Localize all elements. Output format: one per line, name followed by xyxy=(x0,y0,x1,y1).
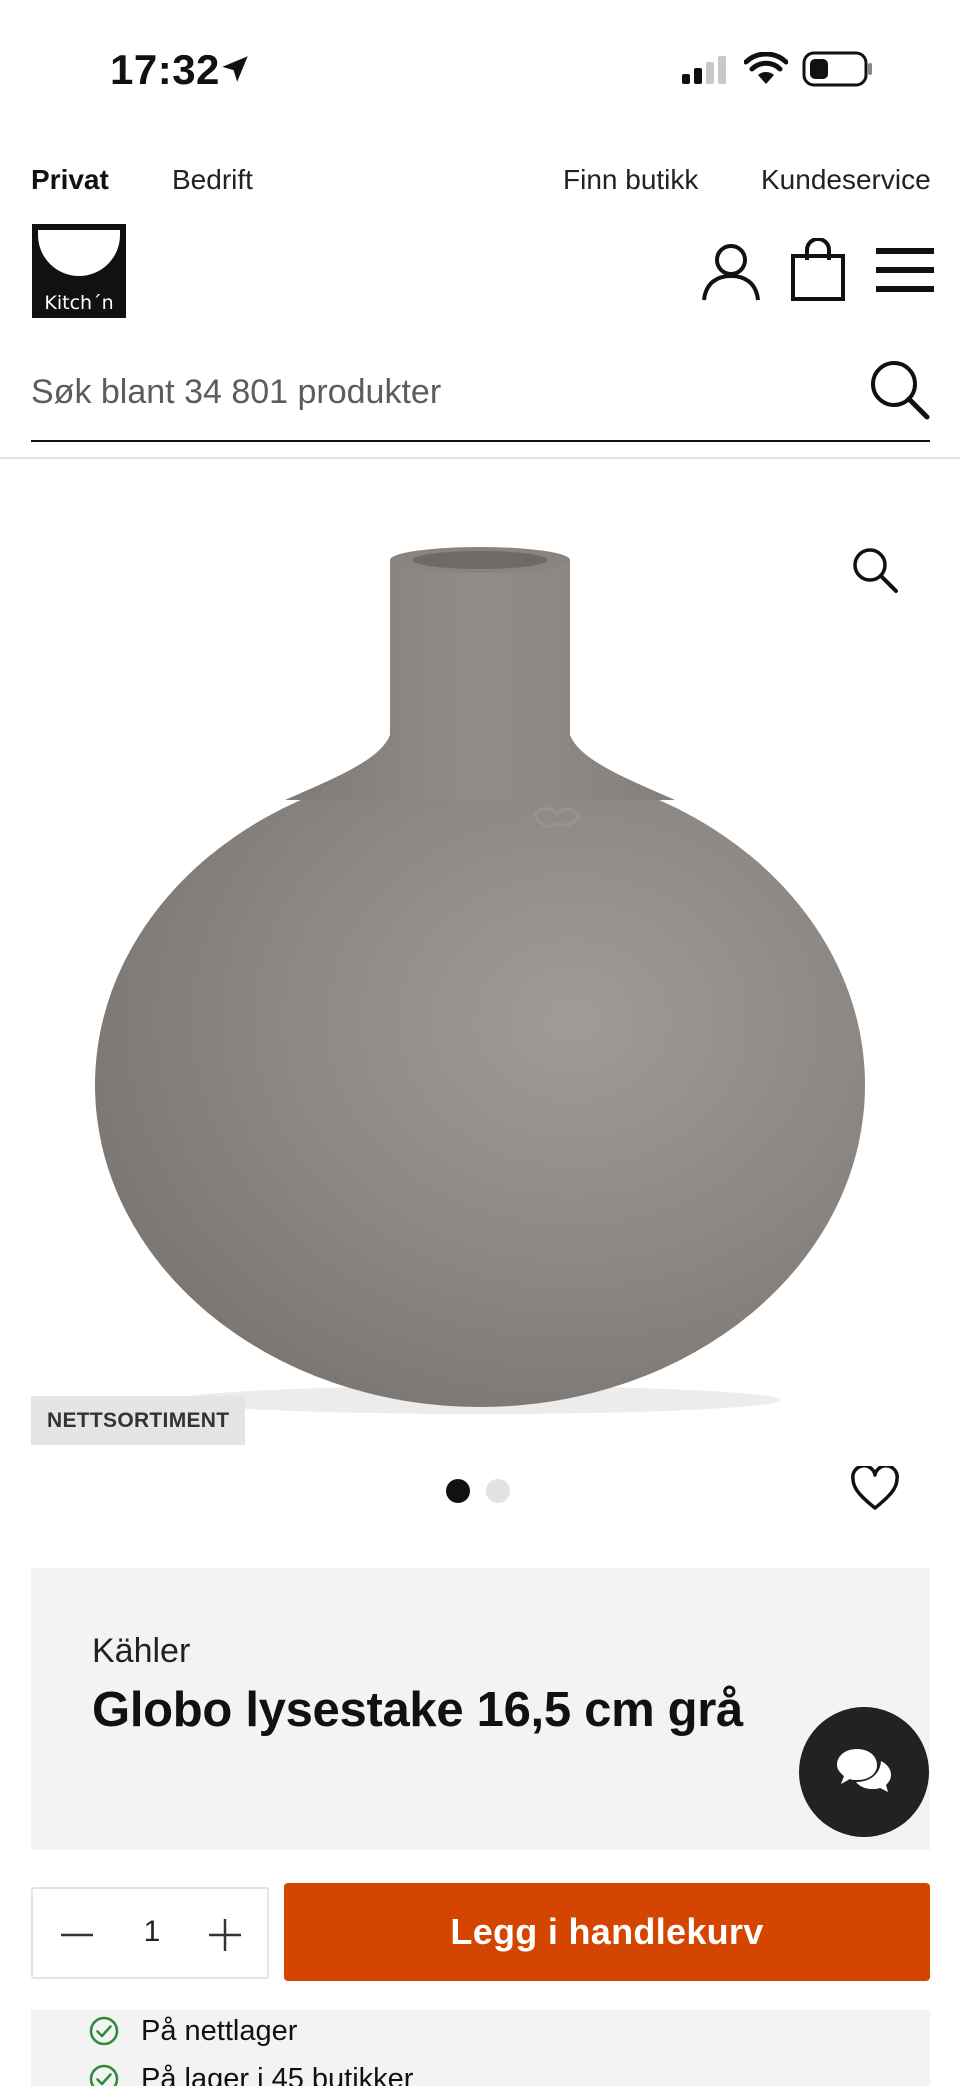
product-title: Globo lysestake 16,5 cm grå xyxy=(92,1683,744,1737)
status-time: 17:32 xyxy=(110,46,220,93)
product-brand[interactable]: Kähler xyxy=(92,1632,190,1671)
plus-icon[interactable] xyxy=(201,1911,249,1959)
product-image[interactable] xyxy=(70,520,900,1420)
link-finn-butikk[interactable]: Finn butikk xyxy=(563,164,698,196)
quantity-value[interactable]: 1 xyxy=(128,1915,176,1949)
header-divider xyxy=(0,457,960,459)
check-circle-icon xyxy=(89,2016,119,2046)
wifi-icon xyxy=(744,52,788,84)
logo-text: Kitch´n xyxy=(44,292,114,314)
product-badge: NETTSORTIMENT xyxy=(31,1396,246,1445)
search-icon[interactable] xyxy=(868,358,930,420)
stock-status: På nettlager På lager i 45 butikker xyxy=(31,2010,930,2086)
minus-icon[interactable] xyxy=(53,1911,101,1959)
add-to-cart-button[interactable]: Legg i handlekurv xyxy=(284,1883,930,1981)
stock-row-label: På nettlager xyxy=(141,2015,298,2047)
location-arrow-icon xyxy=(222,56,248,82)
search-input[interactable] xyxy=(31,364,851,420)
kitchn-logo[interactable]: Kitch´n xyxy=(32,224,126,318)
carousel-dot-2[interactable] xyxy=(486,1479,510,1503)
carousel-dot-1[interactable] xyxy=(446,1479,470,1503)
top-links: Privat Bedrift Finn butikk Kundeservice xyxy=(0,160,960,210)
heart-icon[interactable] xyxy=(850,1466,900,1512)
quantity-stepper: 1 xyxy=(31,1887,269,1979)
stock-row-label: På lager i 45 butikker xyxy=(141,2063,414,2086)
zoom-icon[interactable] xyxy=(850,545,900,595)
status-bar: 17:32 xyxy=(0,0,960,140)
logo-bowl-shape xyxy=(38,230,120,276)
check-circle-icon xyxy=(89,2064,119,2086)
user-icon[interactable] xyxy=(700,240,762,302)
shopping-bag-icon[interactable] xyxy=(790,238,846,302)
link-privat[interactable]: Privat xyxy=(31,164,109,196)
link-bedrift[interactable]: Bedrift xyxy=(172,164,253,196)
link-kundeservice[interactable]: Kundeservice xyxy=(761,164,931,196)
chat-button[interactable] xyxy=(799,1707,929,1837)
cellular-signal-icon xyxy=(682,56,726,84)
battery-icon xyxy=(802,51,872,87)
menu-icon[interactable] xyxy=(876,246,934,294)
product-info-card: Kähler Globo lysestake 16,5 cm grå xyxy=(31,1568,930,1850)
chat-bubbles-icon xyxy=(837,1749,891,1792)
search-bar xyxy=(31,350,930,442)
